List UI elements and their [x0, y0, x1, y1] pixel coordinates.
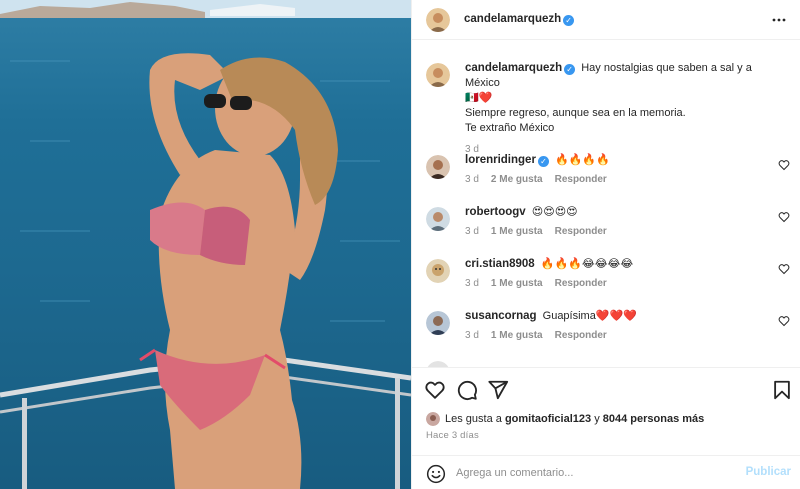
commenter-avatar[interactable] [426, 311, 450, 335]
comment-meta: 3 d 2 Me gusta Responder [465, 174, 607, 185]
comment-composer: Publicar [412, 455, 800, 489]
commenter-avatar[interactable] [426, 155, 450, 179]
caption-author-avatar[interactable] [426, 63, 450, 87]
like-comment-heart-icon[interactable] [778, 159, 790, 171]
post-age: Hace 3 días [426, 430, 479, 441]
caption-flags: 🇲🇽❤️ [465, 92, 493, 104]
post-side-panel: candelamarquezh ✓ candelamarquezh ✓ Hay no… [411, 0, 800, 489]
author-username[interactable]: candelamarquezh [464, 13, 561, 25]
commenter-username[interactable]: cri.stian8908 [465, 258, 535, 270]
commenter-avatar[interactable] [426, 259, 450, 283]
publish-button[interactable]: Publicar [746, 466, 791, 478]
comment-likes[interactable]: 1 Me gusta [491, 226, 543, 237]
author-name-row: candelamarquezh ✓ [464, 13, 575, 26]
verified-badge-icon: ✓ [537, 156, 549, 167]
comment-text: 🔥🔥🔥🔥 [555, 154, 610, 166]
commenter-username[interactable]: lorenridinger [465, 154, 536, 166]
post-photo[interactable] [0, 0, 411, 489]
reply-button[interactable]: Responder [555, 278, 607, 289]
comment-body: lorenridinger ✓ 🔥🔥🔥🔥 [465, 153, 610, 167]
photo-illustration [0, 0, 411, 489]
caption-text: candelamarquezh ✓ Hay nostalgias que sabe… [465, 61, 785, 157]
likes-text: Les gusta a gomitaoficial123 y 8044 pers… [445, 411, 704, 427]
author-avatar[interactable] [426, 8, 450, 32]
like-comment-heart-icon[interactable] [778, 315, 790, 327]
comment-text: Guapísima❤️❤️❤️ [542, 310, 637, 322]
caption-author-username[interactable]: candelamarquezh [465, 62, 562, 74]
save-bookmark-icon[interactable] [771, 379, 793, 401]
comment-likes[interactable]: 2 Me gusta [491, 174, 543, 185]
comment-time: 3 d [465, 278, 479, 289]
liker-avatar[interactable] [426, 412, 440, 426]
comment-item: cri.stian8908 🔥🔥🔥😂😂😂😂 3 d 1 Me gusta Respo… [426, 257, 796, 297]
comment-text: 😍😍😍😍 [531, 206, 578, 218]
comments-scroll-area[interactable]: candelamarquezh ✓ Hay nostalgias que sabe… [412, 41, 800, 367]
comment-time: 3 d [465, 174, 479, 185]
comment-item: robertoogv 😍😍😍😍 3 d 1 Me gusta Responder [426, 205, 796, 245]
like-heart-icon[interactable] [424, 379, 446, 401]
post-actions: Les gusta a gomitaoficial123 y 8044 pers… [412, 367, 800, 489]
comment-body: cri.stian8908 🔥🔥🔥😂😂😂😂 [465, 257, 633, 271]
likes-count[interactable]: 8044 personas más [603, 413, 705, 425]
comment-item: susancornag Guapísima❤️❤️❤️ 3 d 1 Me gust… [426, 309, 796, 349]
reply-button[interactable]: Responder [555, 174, 607, 185]
comment-bubble-icon[interactable] [456, 379, 478, 401]
caption-line-2: Siempre regreso, aunque sea en la memori… [465, 107, 686, 119]
reply-button[interactable]: Responder [555, 330, 607, 341]
comment-text: 🔥🔥🔥😂😂😂😂 [540, 258, 634, 270]
post-header: candelamarquezh ✓ [412, 0, 800, 40]
comment-body: robertoogv 😍😍😍😍 [465, 205, 578, 219]
comment-time: 3 d [465, 226, 479, 237]
comment-likes[interactable]: 1 Me gusta [491, 330, 543, 341]
comment-time: 3 d [465, 330, 479, 341]
share-paper-plane-icon[interactable] [487, 379, 509, 401]
instagram-post-view: candelamarquezh ✓ candelamarquezh ✓ Hay no… [0, 0, 800, 489]
commenter-avatar[interactable] [426, 207, 450, 231]
comment-item: lorenridinger ✓ 🔥🔥🔥🔥 3 d 2 Me gusta Respond… [426, 153, 796, 193]
emoji-picker-icon[interactable] [426, 464, 446, 484]
more-options-icon[interactable] [771, 12, 787, 28]
comment-body: susancornag Guapísima❤️❤️❤️ [465, 309, 637, 323]
comment-meta: 3 d 1 Me gusta Responder [465, 330, 607, 341]
commenter-username[interactable]: susancornag [465, 310, 537, 322]
likes-conjunction: y [594, 413, 600, 425]
like-comment-heart-icon[interactable] [778, 263, 790, 275]
reply-button[interactable]: Responder [555, 226, 607, 237]
comment-meta: 3 d 1 Me gusta Responder [465, 226, 607, 237]
verified-badge-icon: ✓ [563, 15, 575, 26]
comment-meta: 3 d 1 Me gusta Responder [465, 278, 607, 289]
like-comment-heart-icon[interactable] [778, 211, 790, 223]
likes-prefix: Les gusta a [445, 413, 502, 425]
liker-username[interactable]: gomitaoficial123 [505, 413, 591, 425]
verified-badge-icon: ✓ [564, 64, 576, 75]
caption-line-3: Te extraño México [465, 122, 555, 134]
commenter-username[interactable]: robertoogv [465, 206, 526, 218]
comment-input[interactable] [456, 464, 736, 482]
comment-likes[interactable]: 1 Me gusta [491, 278, 543, 289]
